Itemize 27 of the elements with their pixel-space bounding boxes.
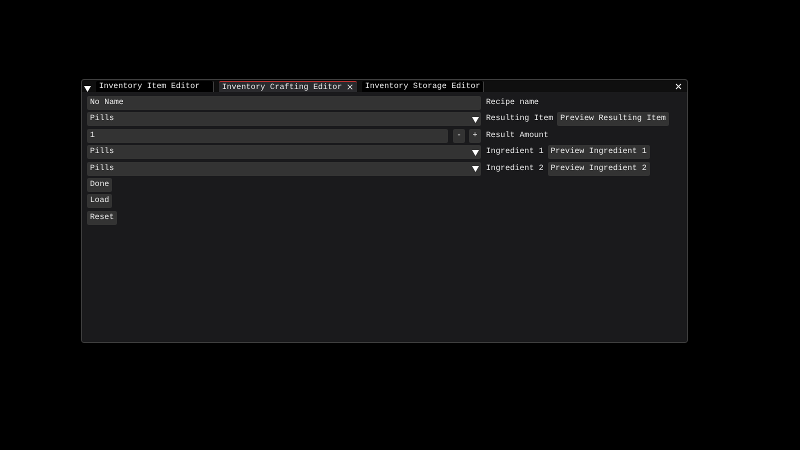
editor-tab[interactable]: Inventory Storage Editor <box>362 81 484 92</box>
field-label: Recipe name <box>486 97 539 109</box>
field-label: Result Amount <box>486 130 548 142</box>
number-field[interactable]: 1 <box>87 128 448 143</box>
preview-button[interactable]: Preview Resulting Item <box>557 112 669 126</box>
action-button[interactable]: Load <box>87 194 112 208</box>
action-button[interactable]: Reset <box>87 210 118 225</box>
dropdown-arrow-icon <box>472 165 479 172</box>
field-label: Ingredient 1 <box>486 146 544 158</box>
close-icon[interactable] <box>674 82 683 91</box>
editor-tab[interactable]: Inventory Item Editor <box>96 81 214 92</box>
field-label: Resulting Item <box>486 113 554 126</box>
editor-tab[interactable]: Inventory Crafting Editor <box>219 81 358 92</box>
dropdown-arrow-icon <box>472 116 479 123</box>
dropdown-arrow-icon <box>472 148 479 156</box>
preview-button[interactable]: Preview Ingredient 2 <box>548 162 650 176</box>
dropdown[interactable]: Pills <box>87 112 481 126</box>
close-tab-icon[interactable] <box>346 83 354 91</box>
preview-button[interactable]: Preview Ingredient 1 <box>548 145 650 160</box>
action-button[interactable]: Done <box>87 178 112 192</box>
dropdown[interactable]: Pills <box>87 162 481 176</box>
dropdown[interactable]: Pills <box>87 145 481 160</box>
decrement-button[interactable]: - <box>453 128 465 143</box>
increment-button[interactable]: + <box>469 128 481 143</box>
window-menu-icon <box>84 85 91 92</box>
text-field[interactable]: No Name <box>87 96 481 110</box>
field-label: Ingredient 2 <box>486 162 544 175</box>
